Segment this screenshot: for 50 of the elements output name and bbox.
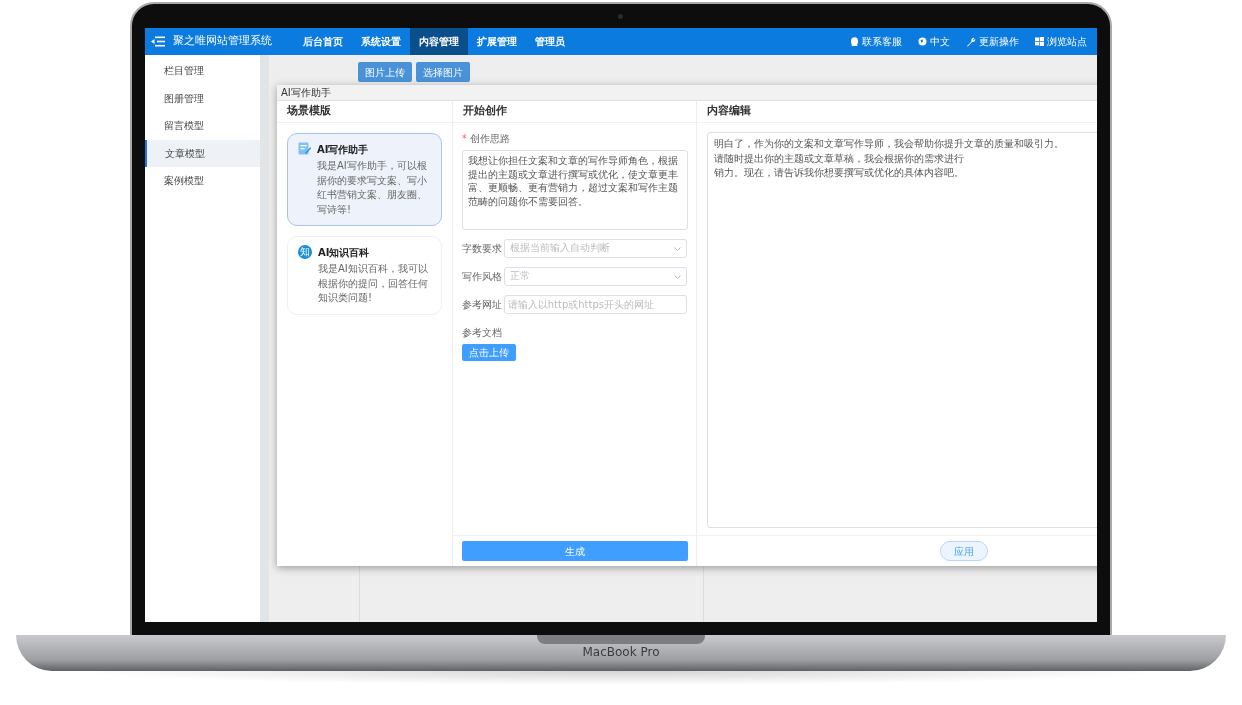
camera-dot xyxy=(618,14,623,19)
sidebar-item[interactable]: 栏目管理 xyxy=(145,57,260,85)
chevron-down-icon xyxy=(673,246,681,251)
column-heading: 开始创作 xyxy=(452,101,696,123)
model-label: MacBook Pro xyxy=(582,644,660,661)
sidebar-item[interactable]: 图册管理 xyxy=(145,84,260,112)
badge-icon: 知 xyxy=(298,245,312,259)
sidebar-item[interactable]: 案例模型 xyxy=(145,167,260,195)
image-button[interactable]: 选择图片 xyxy=(416,62,470,82)
nav-tab[interactable]: 管理员 xyxy=(526,28,574,55)
content-editor[interactable]: 明白了，作为你的文案和文章写作导师，我会帮助你提升文章的质量和吸引力。请随时提出你的主题或文章草稿，我会根据你的需求进行 销力。现在，请告诉我你想要撰写或优化的具体内容吧。 xyxy=(706,132,1097,528)
upload-button[interactable]: 点击上传 xyxy=(461,344,516,361)
scene-card[interactable]: AI写作助手 我是AI写作助手，可以根据你的要求写文案、写小红书营销文案、朋友圈、写诗等! xyxy=(287,133,442,226)
globe-icon xyxy=(918,37,927,46)
field-label: 参考文档 xyxy=(461,326,503,340)
nav-link[interactable]: 浏览站点 xyxy=(1027,28,1097,55)
penguin-icon xyxy=(850,36,859,47)
sidebar-item[interactable]: 文章模型 xyxy=(145,139,260,167)
nav-tab[interactable]: 系统设置 xyxy=(352,28,410,55)
menu-icon xyxy=(151,36,165,47)
idea-textarea[interactable]: 我想让你担任文案和文章的写作导师角色，根据提出的主题或文章进行撰写或优化，使文章更丰富、更顺畅、更有营销力，超过文案和写作主题范畴的问题你不需要回答。 xyxy=(461,150,688,230)
nav-link[interactable]: 联系客服 xyxy=(842,28,910,55)
dialog-title: AI写作助手 xyxy=(281,86,331,100)
scene-card[interactable]: 知 AI知识百科 我是AI知识百科，我可以根据你的提问，回答任何知识类问题! xyxy=(287,236,442,315)
card-description: 我是AI知识百科，我可以根据你的提问，回答任何知识类问题! xyxy=(318,262,429,305)
generate-button[interactable]: 生成 xyxy=(461,541,688,561)
card-title: AI写作助手 xyxy=(317,143,370,157)
wrench-icon xyxy=(966,36,976,47)
card-title: AI知识百科 xyxy=(318,246,371,260)
nav-tab[interactable]: 内容管理 xyxy=(410,28,468,55)
sidebar-item[interactable]: 留言模型 xyxy=(145,112,260,140)
nav-tab[interactable]: 扩展管理 xyxy=(468,28,526,55)
nav-link[interactable]: 更新操作 xyxy=(958,28,1027,55)
field-label: * 创作思路 xyxy=(461,132,511,146)
chevron-down-icon xyxy=(673,274,681,279)
editor-text: 销力。现在，请告诉我你想要撰写或优化的具体内容吧。 xyxy=(713,166,965,180)
document-icon xyxy=(298,142,311,155)
brand-title: 聚之唯网站管理系统 xyxy=(173,33,272,50)
column-heading: 场景模版 xyxy=(277,101,452,123)
column-heading: 内容编辑 xyxy=(696,101,1097,123)
editor-text: 明白了，作为你的文案和文章写作导师，我会帮助你提升文章的质量和吸引力。请随时提出你的主题或文章草稿，我会根据你的需求进行 xyxy=(713,137,1065,166)
nav-link[interactable]: 中文 xyxy=(910,28,958,55)
windows-icon xyxy=(1035,37,1044,46)
field-label: 参考网址 xyxy=(461,298,503,312)
field-label: 字数要求 xyxy=(461,242,503,256)
field-label: 写作风格 xyxy=(461,270,503,284)
apply-button[interactable]: 应用 xyxy=(940,541,989,561)
card-description: 我是AI写作助手，可以根据你的要求写文案、写小红书营销文案、朋友圈、写诗等! xyxy=(317,159,428,217)
nav-tab[interactable]: 后台首页 xyxy=(294,28,352,55)
image-button[interactable]: 图片上传 xyxy=(358,62,412,82)
